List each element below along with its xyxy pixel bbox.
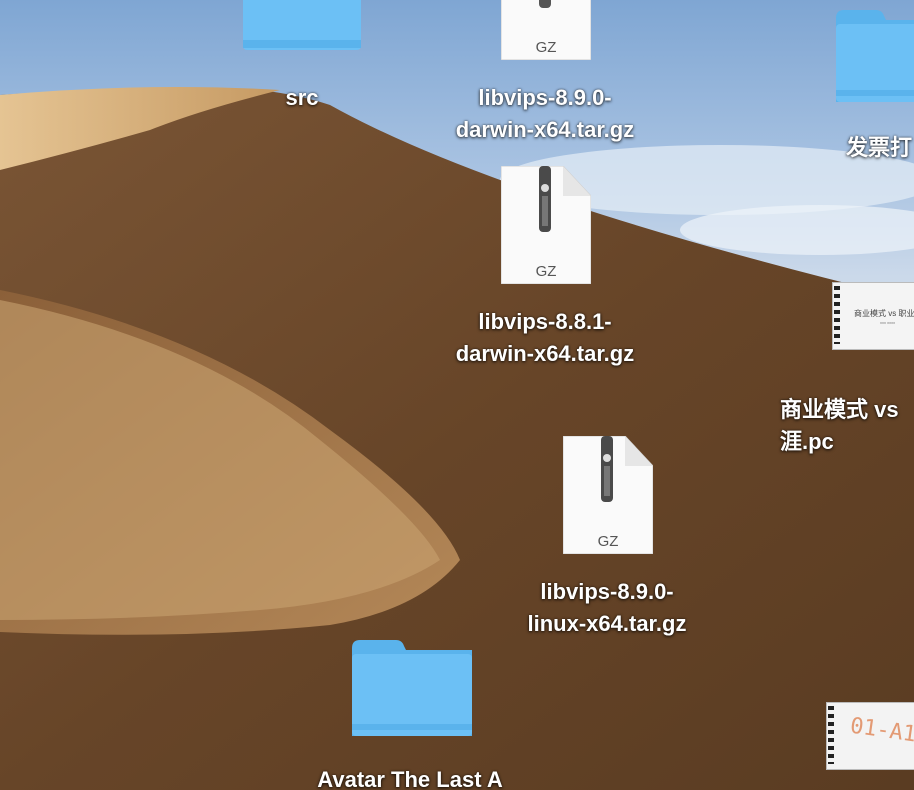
document-icon[interactable]: 01-A1 [826, 702, 914, 770]
desktop: src GZ libvips-8.9.0- darwin-x64.tar.gz … [0, 0, 914, 790]
desktop-item-label[interactable]: src [250, 82, 354, 114]
document-preview-title: 商业模式 vs 职业 [854, 309, 914, 318]
archive-badge: GZ [597, 533, 619, 550]
desktop-item-label[interactable]: libvips-8.9.0- darwin-x64.tar.gz [420, 82, 670, 146]
desktop-item-label[interactable]: Avatar The Last A [280, 764, 540, 790]
desktop-item-label[interactable]: 发票打 [836, 132, 914, 164]
folder-icon[interactable] [243, 0, 361, 52]
archive-icon[interactable]: GZ [500, 165, 592, 285]
archive-badge: GZ [535, 263, 557, 280]
archive-icon[interactable]: GZ [500, 0, 592, 61]
desktop-item-label[interactable]: libvips-8.9.0- linux-x64.tar.gz [482, 576, 732, 640]
folder-icon[interactable] [352, 640, 472, 736]
folder-icon[interactable] [836, 10, 914, 102]
desktop-item-label[interactable]: libvips-8.8.1- darwin-x64.tar.gz [420, 306, 670, 370]
archive-icon[interactable]: GZ [562, 435, 654, 555]
document-icon[interactable]: 商业模式 vs 职业 xxx xxxx [832, 282, 914, 350]
document-preview-subtitle: xxx xxxx [880, 320, 896, 325]
archive-badge: GZ [535, 39, 557, 56]
desktop-item-label[interactable]: 商业模式 vs 涯.pc [780, 394, 914, 458]
